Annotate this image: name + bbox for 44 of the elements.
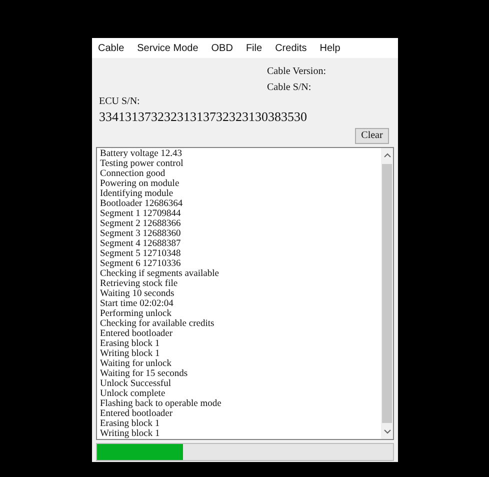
menu-item[interactable]: Cable (98, 40, 124, 56)
ecu-sn-value: 33413137323231313732323130383530 (99, 109, 307, 125)
scrollbar[interactable] (381, 148, 393, 439)
log-line: Entered bootloader (100, 329, 173, 339)
log-line: Writing block 1 (100, 429, 160, 439)
log-line: Segment 1 12709844 (100, 209, 181, 219)
log-line: Waiting for 15 seconds (100, 369, 188, 379)
menu-item[interactable]: OBD (211, 40, 233, 56)
log-line: Entered bootloader (100, 409, 173, 419)
log-line: Powering on module (100, 179, 180, 189)
log-line: Battery voltage 12.43 (100, 149, 182, 159)
log-line: Testing power control (100, 159, 184, 169)
log-line: Connection good (100, 169, 166, 179)
log-line: Segment 5 12710348 (100, 249, 181, 259)
log-line: Unlock Successful (100, 379, 171, 389)
log-line: Retrieving stock file (100, 279, 178, 289)
log-line: Erasing block 1 (100, 419, 160, 429)
log-line: Checking if segments available (100, 269, 219, 279)
menu-item[interactable]: Help (320, 40, 340, 56)
menu-item[interactable]: File (246, 40, 262, 56)
cable-sn-label: Cable S/N: (267, 82, 312, 94)
menu-item[interactable]: Service Mode (137, 40, 198, 56)
log-line: Unlock complete (100, 389, 166, 399)
log-line: Waiting for unlock (100, 359, 172, 369)
log-line: Waiting 10 seconds (100, 289, 174, 299)
log-line: Bootloader 12686364 (100, 199, 183, 209)
scrollbar-thumb[interactable] (382, 164, 392, 423)
menu-item[interactable]: Credits (275, 40, 307, 56)
log-line: Checking for available credits (100, 319, 214, 329)
log-line: Segment 3 12688360 (100, 229, 181, 239)
log-line: Segment 6 12710336 (100, 259, 181, 269)
log-line: Start time 02:02:04 (100, 299, 174, 309)
cable-version-label: Cable Version: (267, 66, 326, 78)
log-line: Identifying module (100, 189, 174, 199)
log-line: Segment 4 12688387 (100, 239, 181, 249)
log-line: Writing block 1 (100, 349, 160, 359)
log-line: Performing unlock (100, 309, 172, 319)
scroll-down-icon[interactable] (384, 429, 390, 434)
log-line: Segment 2 12688366 (100, 219, 181, 229)
ecu-sn-label: ECU S/N: (99, 96, 140, 108)
clear-button[interactable]: Clear (355, 128, 389, 144)
log-line: Erasing block 1 (100, 339, 160, 349)
scroll-up-icon[interactable] (384, 153, 390, 158)
log-line: Flashing back to operable mode (100, 399, 222, 409)
